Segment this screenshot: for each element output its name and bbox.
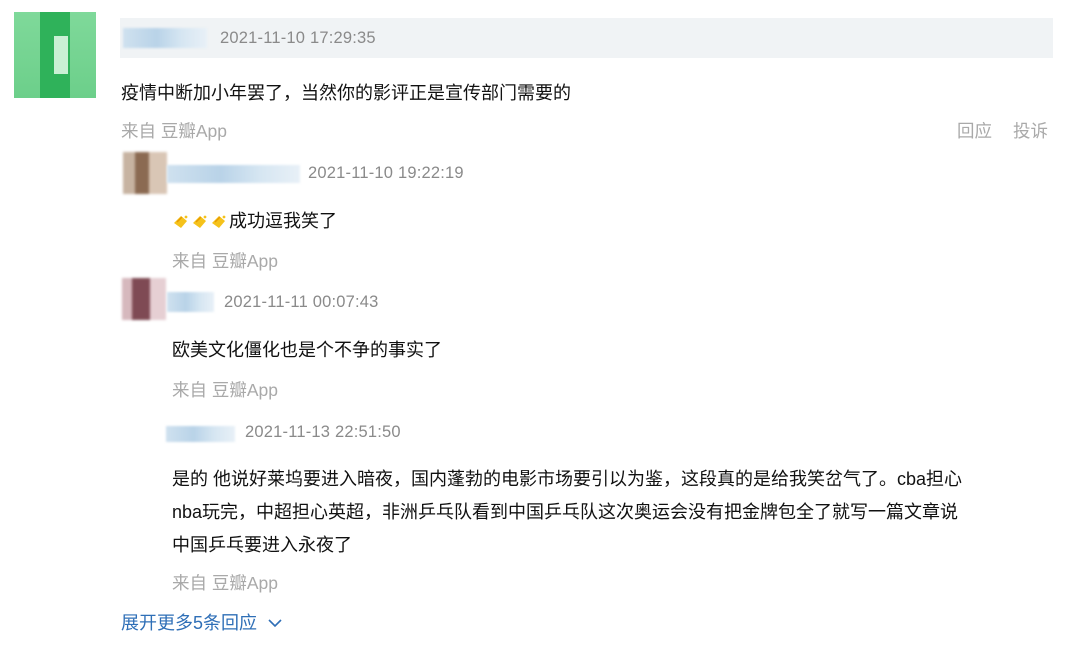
reply-avatar[interactable] <box>123 152 167 194</box>
reply-text-row: 成功逗我笑了 <box>172 207 337 233</box>
reply-text: 成功逗我笑了 <box>229 211 337 231</box>
reply-text-line: 是的 他说好莱坞要进入暗夜，国内蓬勃的电影市场要引以为鉴，这段真的是给我笑岔气了… <box>172 469 963 489</box>
reply-source: 来自 豆瓣App <box>172 573 278 593</box>
reply-source: 来自 豆瓣App <box>172 380 278 400</box>
reply-username[interactable] <box>167 165 300 183</box>
chevron-down-icon <box>268 619 282 628</box>
reply-link[interactable]: 回应 <box>957 118 992 143</box>
reply-text-line: nba玩完，中超担心英超，非洲乒乓队看到中国乒乓队这次奥运会没有把金牌包全了就写… <box>172 502 959 522</box>
reply-source: 来自 豆瓣App <box>172 251 278 271</box>
report-link[interactable]: 投诉 <box>1013 118 1048 143</box>
comment-timestamp: 2021-11-10 17:29:35 <box>220 29 376 47</box>
reply-timestamp: 2021-11-11 00:07:43 <box>224 293 379 311</box>
comment-source: 来自 豆瓣App <box>121 121 227 141</box>
reply-username[interactable] <box>167 292 214 312</box>
reply-timestamp: 2021-11-10 19:22:19 <box>308 164 464 182</box>
reply-text-line: 中国乒乓要进入永夜了 <box>172 535 352 555</box>
comment-text: 疫情中断加小年罢了，当然你的影评正是宣传部门需要的 <box>121 83 571 103</box>
reply-text: 欧美文化僵化也是个不争的事实了 <box>172 340 442 360</box>
expand-replies-link[interactable]: 展开更多5条回应 <box>121 609 282 635</box>
reply-username[interactable] <box>166 426 235 442</box>
clapping-hands-icon <box>212 215 226 228</box>
clapping-hands-icon <box>174 215 188 228</box>
clapping-hands-icon <box>193 215 207 228</box>
reply-timestamp: 2021-11-13 22:51:50 <box>245 423 401 441</box>
username[interactable] <box>123 28 207 48</box>
expand-replies-label: 展开更多5条回应 <box>121 613 258 633</box>
reply-avatar[interactable] <box>122 278 166 320</box>
avatar[interactable] <box>14 12 96 98</box>
